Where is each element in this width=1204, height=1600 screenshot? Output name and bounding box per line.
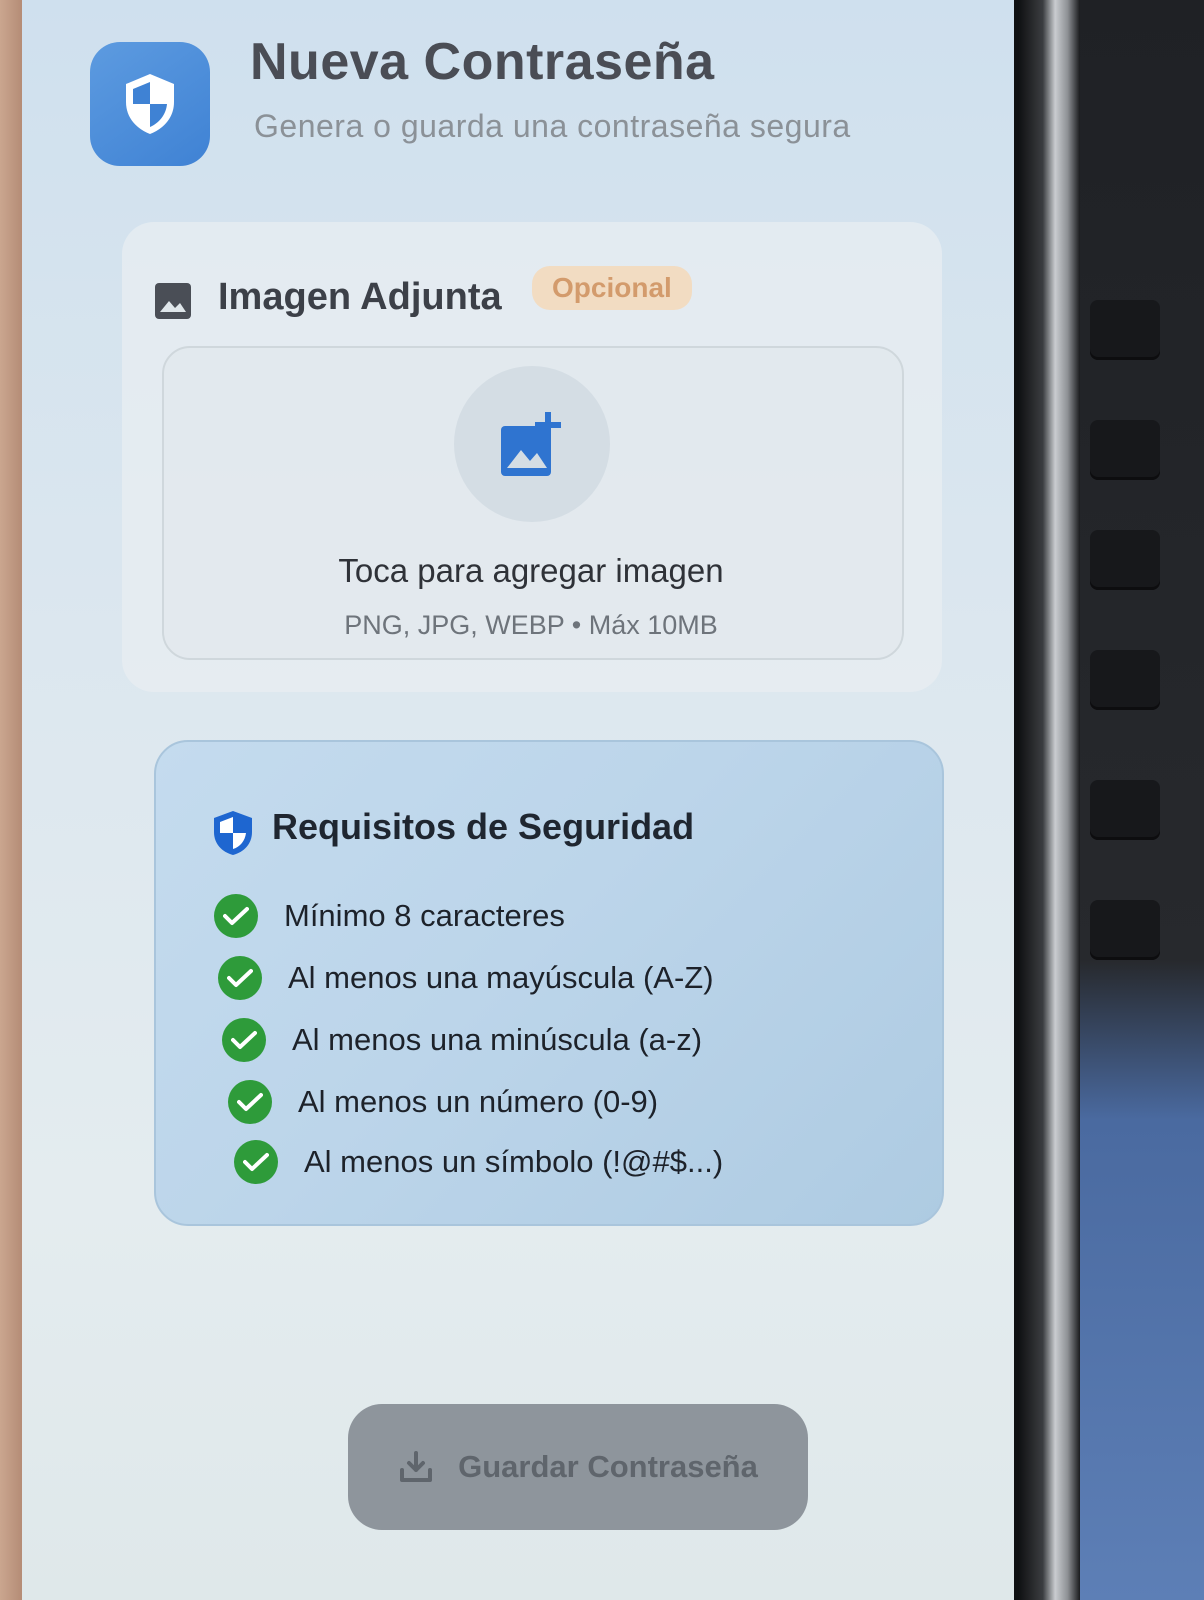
save-password-button[interactable]: Guardar Contraseña — [348, 1404, 808, 1530]
attachment-title: Imagen Adjunta — [218, 276, 502, 318]
keyboard-key — [1090, 900, 1160, 960]
requirement-text: Al menos una minúscula (a-z) — [292, 1022, 703, 1057]
requirement-item: Al menos un número (0-9) — [228, 1080, 658, 1124]
keyboard-key — [1090, 300, 1160, 360]
add-image-button[interactable] — [454, 366, 610, 522]
requirement-text: Al menos una mayúscula (A-Z) — [288, 960, 714, 995]
keyboard-key — [1090, 650, 1160, 710]
requirement-item: Al menos un símbolo (!@#$...) — [234, 1140, 723, 1184]
keyboard-key — [1090, 530, 1160, 590]
requirement-item: Al menos una mayúscula (A-Z) — [218, 956, 714, 1000]
keyboard-background — [1080, 0, 1204, 1600]
dropzone-text: Toca para agregar imagen — [338, 552, 724, 589]
requirements-title: Requisitos de Seguridad — [272, 806, 695, 847]
keyboard-key — [1090, 780, 1160, 840]
add-photo-icon — [501, 412, 561, 476]
check-icon — [234, 1140, 278, 1184]
keyboard-key — [1090, 420, 1160, 480]
save-button-label: Guardar Contraseña — [458, 1449, 758, 1484]
requirement-text: Mínimo 8 caracteres — [284, 898, 565, 933]
shield-icon — [90, 42, 210, 166]
download-icon — [400, 1451, 433, 1482]
phone-edge — [1018, 0, 1080, 1600]
requirement-text: Al menos un número (0-9) — [298, 1084, 659, 1119]
page-subtitle: Genera o guarda una contraseña segura — [254, 108, 851, 144]
check-icon — [228, 1080, 272, 1124]
requirement-text: Al menos un símbolo (!@#$...) — [304, 1144, 724, 1179]
requirement-item: Mínimo 8 caracteres — [214, 894, 565, 938]
dropzone-hint: PNG, JPG, WEBP • Máx 10MB — [344, 610, 718, 640]
optional-badge: Opcional — [532, 266, 692, 310]
check-icon — [214, 894, 258, 938]
check-icon — [218, 956, 262, 1000]
shield-icon — [212, 810, 254, 856]
image-icon — [154, 282, 192, 320]
requirement-item: Al menos una minúscula (a-z) — [222, 1018, 702, 1062]
app-screen: Nueva Contraseña Genera o guarda una con… — [22, 0, 1014, 1600]
check-icon — [222, 1018, 266, 1062]
page-title: Nueva Contraseña — [250, 33, 715, 91]
